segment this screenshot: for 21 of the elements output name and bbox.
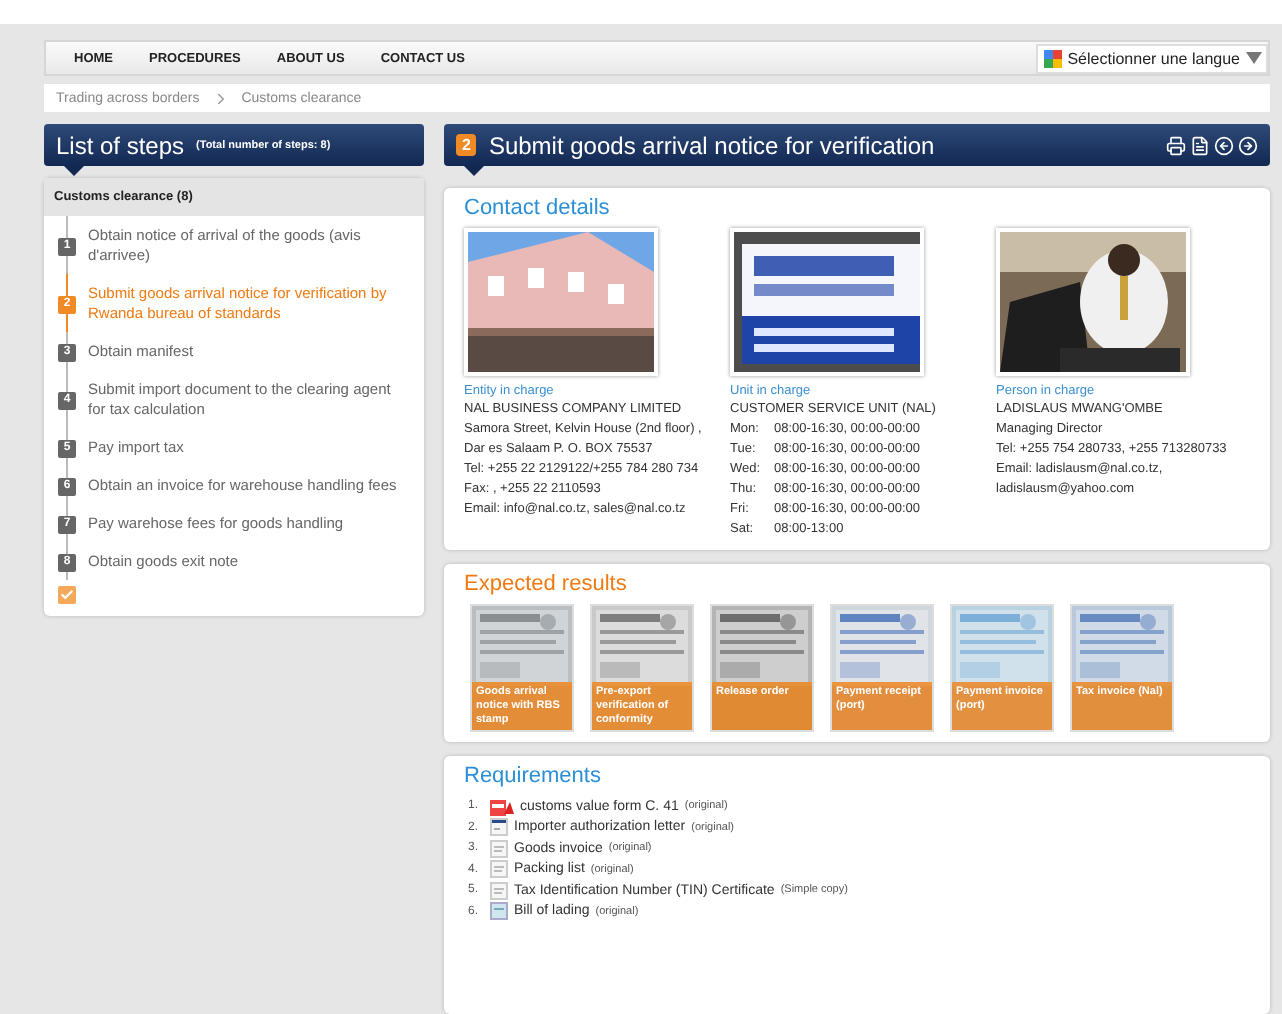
caret-icon [1246, 52, 1262, 64]
panel-title: List of steps [56, 131, 185, 159]
document-icon [490, 902, 508, 921]
document-icon [490, 860, 508, 879]
section-title: Contact details [464, 196, 612, 220]
document-icon [490, 881, 508, 900]
document-icon[interactable] [1190, 135, 1210, 155]
section-title: Expected results [464, 572, 629, 596]
section-title: Requirements [464, 764, 603, 788]
step-title: Submit goods arrival notice for verification [488, 131, 935, 159]
step-number: 2 [456, 134, 477, 156]
check-icon [58, 586, 76, 604]
language-select[interactable]: Sélectionner une langue [1035, 43, 1268, 73]
document-icon [490, 839, 508, 858]
forward-icon[interactable] [1238, 135, 1258, 155]
letter-icon [490, 818, 508, 837]
header-pointer [464, 166, 484, 176]
pdf-icon [490, 797, 514, 816]
back-icon[interactable] [1214, 135, 1234, 155]
print-icon[interactable] [1166, 135, 1186, 155]
translate-icon [1043, 49, 1062, 67]
